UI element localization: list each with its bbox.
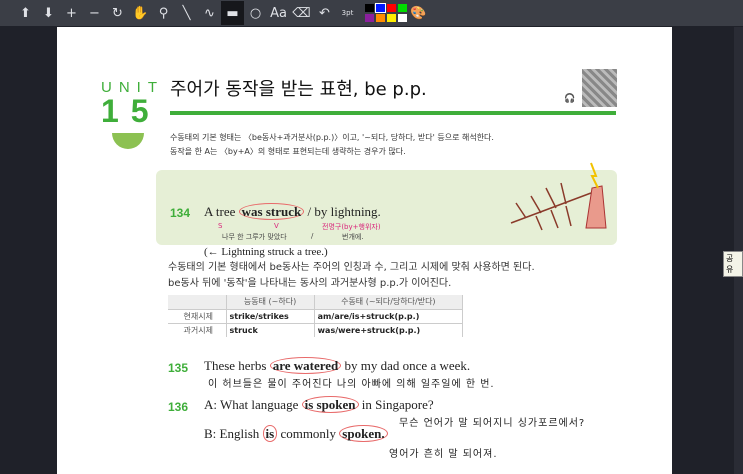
handwritten-translation: 영어가 흔히 말 되어져. — [389, 449, 498, 460]
intro-line: 수동태의 기본 형태는 〈be동사+과거분사(p.p.)〉이고, '~되다, 당… — [170, 133, 494, 142]
sentence-part: commonly — [280, 426, 337, 441]
palette-icon[interactable]: 🎨 — [407, 1, 430, 25]
page-title: 주어가 동작을 받는 표현, be p.p. — [170, 79, 427, 100]
color-swatch[interactable] — [375, 3, 386, 13]
arrow-down-icon[interactable]: ⬇ — [37, 1, 60, 25]
intro-text: 수동태의 기본 형태는 〈be동사+과거분사(p.p.)〉이고, '~되다, 당… — [170, 131, 494, 159]
table-cell: was/were+struck(p.p.) — [314, 322, 464, 337]
verb: is spoken — [301, 396, 359, 413]
tree-illustration — [510, 162, 607, 231]
verb: was struck — [238, 203, 305, 220]
example-number: 136 — [168, 400, 189, 414]
color-swatch[interactable] — [398, 14, 407, 22]
minus-icon[interactable]: − — [83, 1, 106, 25]
label-v: V — [274, 222, 279, 230]
text-icon[interactable]: Aa — [267, 1, 290, 25]
verb: are watered — [269, 357, 342, 374]
qr-code — [582, 69, 617, 107]
explanation-line: 수동태의 기본 형태에서 be동사는 주어의 인칭과 수, 그리고 시제에 맞춰… — [168, 262, 535, 273]
example-number: 134 — [170, 206, 191, 220]
highlighter-icon[interactable]: ▬ — [221, 1, 244, 25]
color-swatch[interactable] — [387, 4, 396, 12]
example-sentence: A tree was struck / by lightning. — [204, 203, 381, 220]
sentence-part: in Singapore? — [361, 397, 434, 412]
color-swatch[interactable] — [376, 14, 385, 22]
verb: is — [262, 425, 278, 442]
rotate-icon[interactable]: ↻ — [106, 1, 129, 25]
color-swatch[interactable] — [398, 4, 407, 12]
table-cell: am/are/is+struck(p.p.) — [314, 308, 464, 323]
example-136-a: A: What language is spoken in Singapore? — [204, 396, 434, 413]
sentence-part: These herbs — [204, 358, 267, 373]
translation: 번개에. — [342, 233, 364, 241]
handwritten-translation: 무슨 언어가 말 되어지니 싱가포르에서? — [399, 418, 586, 429]
color-swatch[interactable] — [365, 4, 374, 12]
prep-phrase: / by lightning. — [307, 204, 381, 219]
example-134-box: 134 A tree was struck / by lightning. S … — [156, 162, 617, 258]
sentence-part: B: English — [204, 426, 260, 441]
eraser-icon[interactable]: ⌫ — [290, 1, 313, 25]
unit-number: 15 — [101, 93, 161, 129]
table-header-cell: 능동태 (~하다) — [226, 295, 315, 309]
table-header-cell — [168, 295, 227, 309]
verb: spoken. — [339, 425, 388, 442]
intro-line: 동작을 한 A는 〈by+A〉의 형태로 표현되는데 생략하는 경우가 많다. — [170, 147, 406, 156]
color-swatch[interactable] — [365, 14, 374, 22]
label-pp: 전명구(by+행위자) — [322, 223, 381, 231]
color-swatch[interactable] — [387, 14, 396, 22]
explanation-text: 수동태의 기본 형태에서 be동사는 주어의 인칭과 수, 그리고 시제에 맞춰… — [168, 260, 535, 292]
annotation-toolbar: ⬆ ⬇ + − ↻ ✋ ⚲ ╲ ∿ ▬ ○ Aa ⌫ ↶ 3pt 🎨 — [0, 0, 743, 26]
plus-icon[interactable]: + — [60, 1, 83, 25]
zoom-icon[interactable]: ⚲ — [152, 1, 175, 25]
share-tooltip: 공유 — [723, 251, 743, 277]
undo-icon[interactable]: ↶ — [313, 1, 336, 25]
arrow-up-icon[interactable]: ⬆ — [14, 1, 37, 25]
table-header-cell: 수동태 (~되다/당하다/받다) — [314, 295, 464, 309]
table-row: 과거시제 struck was/were+struck(p.p.) — [168, 322, 464, 337]
stroke-width-button[interactable]: 3pt — [336, 1, 359, 25]
table-cell: 현재시제 — [168, 308, 227, 323]
translation: 나무 한 그루가 맞았다 — [222, 233, 287, 241]
color-palette — [365, 3, 407, 22]
handwritten-translation: 이 허브들은 물이 주어진다 나의 아빠에 의해 일주일에 한 번. — [208, 379, 495, 390]
voice-table: 능동태 (~하다) 수동태 (~되다/당하다/받다) 현재시제 strike/s… — [168, 295, 464, 337]
example-number: 135 — [168, 361, 189, 375]
sentence-part: by my dad once a week. — [344, 358, 471, 373]
subject: A tree — [204, 204, 236, 219]
slash: / — [311, 232, 314, 240]
explanation-line: be동사 뒤에 '동작'을 나타내는 동사의 과거분사형 p.p.가 이어진다. — [168, 278, 452, 289]
table-header: 능동태 (~하다) 수동태 (~되다/당하다/받다) — [168, 295, 464, 309]
table-cell: strike/strikes — [226, 308, 315, 323]
hand-icon[interactable]: ✋ — [129, 1, 152, 25]
title-divider — [170, 111, 616, 115]
example-136-b: B: English is commonly spoken. — [204, 425, 388, 442]
table-cell: struck — [226, 322, 315, 337]
table-cell: 과거시제 — [168, 322, 227, 337]
document-page: UNIT 15 주어가 동작을 받는 표현, be p.p. 🎧 수동태의 기본… — [57, 27, 672, 474]
table-row: 현재시제 strike/strikes am/are/is+struck(p.p… — [168, 308, 464, 323]
circle-icon[interactable]: ○ — [244, 1, 267, 25]
example-135-sentence: These herbs are watered by my dad once a… — [204, 357, 471, 374]
active-sentence: (← Lightning struck a tree.) — [204, 246, 328, 258]
freehand-icon[interactable]: ∿ — [198, 1, 221, 25]
label-s: S — [218, 222, 223, 230]
pen-icon[interactable]: ╲ — [175, 1, 198, 25]
stroke-width-label: 3pt — [341, 9, 354, 17]
unit-decoration — [112, 133, 144, 149]
headphones-icon[interactable]: 🎧 — [564, 94, 575, 104]
sentence-part: A: What language — [204, 397, 299, 412]
